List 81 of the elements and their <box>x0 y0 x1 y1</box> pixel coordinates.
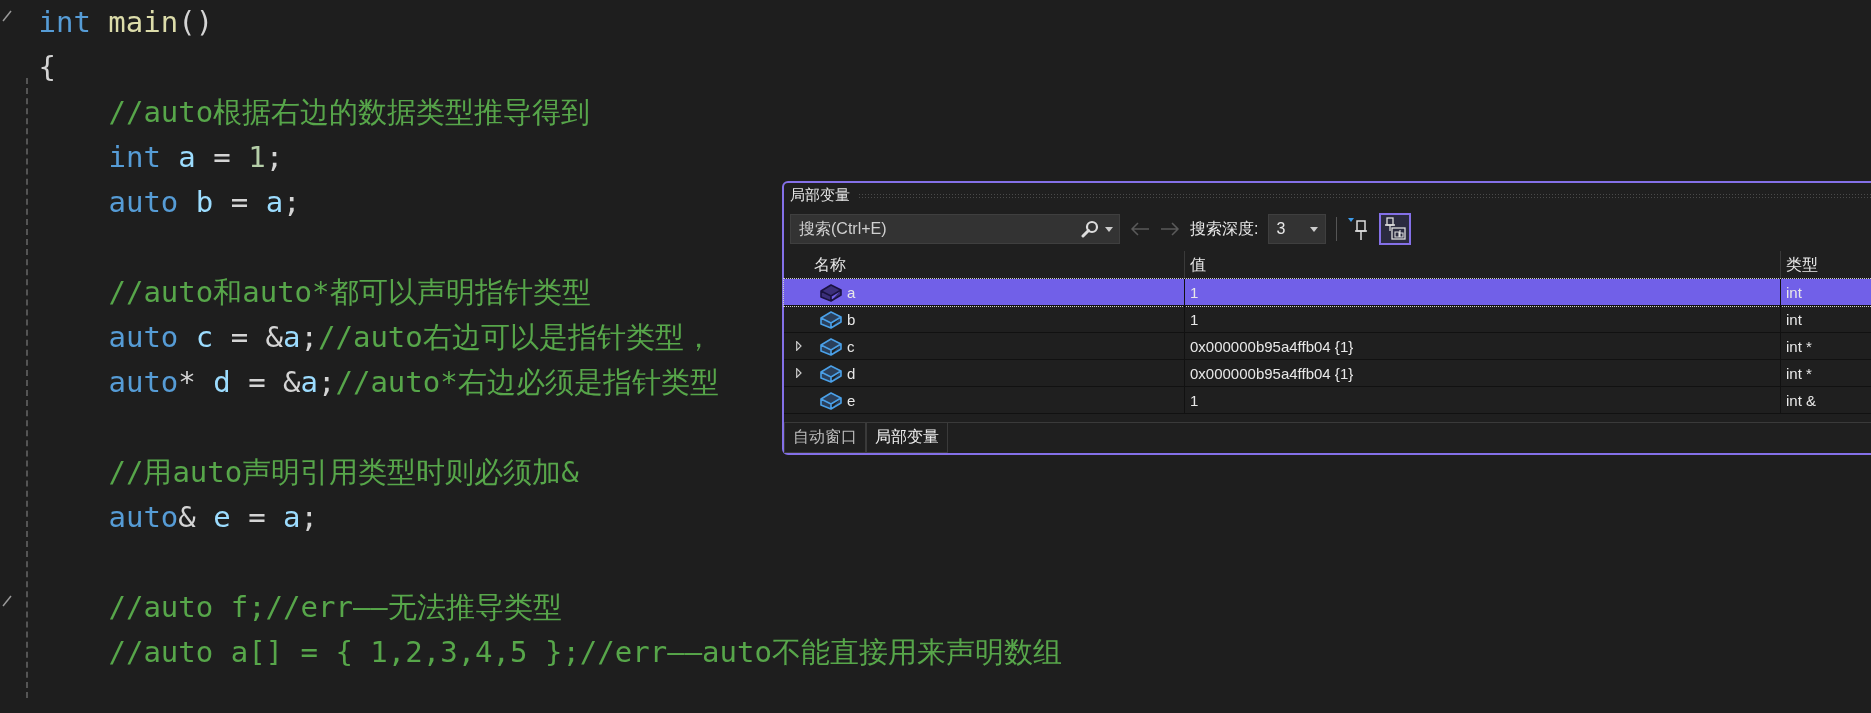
code-text: ; <box>300 500 319 534</box>
variable-type: int & <box>1780 387 1871 413</box>
variable-value: 0x000000b95a4ffb04 {1} <box>1184 333 1780 359</box>
code-function: main <box>107 5 179 39</box>
code-text: { <box>38 50 56 84</box>
code-text: () <box>178 5 214 39</box>
variable-name: c <box>847 337 855 355</box>
code-text: = <box>229 185 250 219</box>
code-comment: //auto右边可以是指针类型， <box>318 320 713 354</box>
variable-name: d <box>847 364 856 382</box>
code-text: = <box>212 140 232 174</box>
variable-name: a <box>847 283 856 301</box>
variable-row[interactable]: c 0x000000b95a4ffb04 {1} int * <box>784 333 1871 360</box>
column-header[interactable]: 名称 <box>814 254 1184 276</box>
fold-marker-icon[interactable] <box>2 595 12 607</box>
code-keyword: int <box>108 140 161 174</box>
code-variable: a <box>283 320 301 354</box>
code-text: ; <box>300 320 318 354</box>
filter-pin-icon[interactable] <box>1347 216 1370 242</box>
variable-value: 0x000000b95a4ffb04 {1} <box>1184 360 1780 386</box>
variable-icon <box>820 336 842 356</box>
code-comment: //auto和auto*都可以声明指针类型 <box>108 275 591 309</box>
code-text: & <box>178 500 197 534</box>
code-keyword: auto <box>108 185 179 219</box>
expand-arrow-icon[interactable] <box>796 341 802 351</box>
search-icon[interactable] <box>1081 220 1099 238</box>
search-field[interactable]: 搜索(Ctrl+E) <box>790 214 1120 244</box>
variable-row[interactable]: b 1 int <box>784 306 1871 333</box>
code-comment: //auto根据右边的数据类型推导得到 <box>108 95 591 129</box>
code-variable: b <box>194 185 214 219</box>
search-depth-label: 搜索深度: <box>1190 218 1259 239</box>
window-title: 局部变量 <box>790 185 850 205</box>
variable-type: int <box>1780 306 1871 332</box>
variable-row[interactable]: a 1 int <box>784 279 1871 306</box>
code-variable: a <box>177 140 196 174</box>
variable-type: int <box>1780 279 1871 305</box>
fold-marker-icon[interactable] <box>2 10 12 22</box>
code-text: = <box>247 500 267 534</box>
code-variable: e <box>213 500 231 534</box>
variable-row[interactable]: d 0x000000b95a4ffb04 {1} int * <box>784 360 1871 387</box>
code-keyword: auto <box>108 500 179 534</box>
code-variable: a <box>265 185 284 219</box>
variable-icon <box>820 282 842 302</box>
code-text: ; <box>318 365 336 399</box>
code-text: * <box>178 365 197 399</box>
code-number: 1 <box>248 140 266 174</box>
variable-type: int * <box>1780 333 1871 359</box>
variable-value: 1 <box>1184 279 1780 305</box>
code-variable: d <box>213 365 231 399</box>
code-keyword: auto <box>108 320 179 354</box>
code-comment: //auto*右边必须是指针类型 <box>335 365 719 399</box>
variable-name: b <box>847 310 856 328</box>
caret-icon[interactable] <box>1310 226 1319 232</box>
search-depth-dropdown[interactable]: 3 <box>1268 214 1327 244</box>
window-tab[interactable]: 局部变量 <box>866 423 948 453</box>
code-variable: c <box>194 320 214 354</box>
code-text: = & <box>229 320 284 354</box>
variable-type: int * <box>1780 360 1871 386</box>
variable-value: 1 <box>1184 306 1780 332</box>
variable-icon <box>820 309 842 329</box>
variable-icon <box>820 363 842 383</box>
code-variable: a <box>283 500 301 534</box>
code-keyword: int <box>38 5 91 39</box>
code-comment: //auto f;//err——无法推导类型 <box>108 590 562 624</box>
variable-value: 1 <box>1184 387 1780 413</box>
search-input[interactable]: 搜索(Ctrl+E) <box>797 219 1075 239</box>
expand-arrow-icon[interactable] <box>796 368 802 378</box>
pin-text-icon <box>1383 217 1408 241</box>
code-text: = & <box>247 365 301 399</box>
code-text: ; <box>283 185 301 219</box>
code-variable: a <box>300 365 318 399</box>
code-comment: //用auto声明引用类型时则必须加& <box>108 455 579 489</box>
variable-row[interactable]: e 1 int & <box>784 387 1871 414</box>
variable-name: e <box>847 391 856 409</box>
caret-icon[interactable] <box>1105 226 1113 232</box>
code-text: ; <box>265 140 284 174</box>
code-keyword: auto <box>108 365 179 399</box>
code-comment: //auto a[] = { 1,2,3,4,5 };//err——auto不能直接用来声明数组 <box>108 635 1062 669</box>
depth-value: 3 <box>1276 220 1286 238</box>
variable-icon <box>820 390 842 410</box>
pin-text-toggle[interactable] <box>1379 213 1412 245</box>
